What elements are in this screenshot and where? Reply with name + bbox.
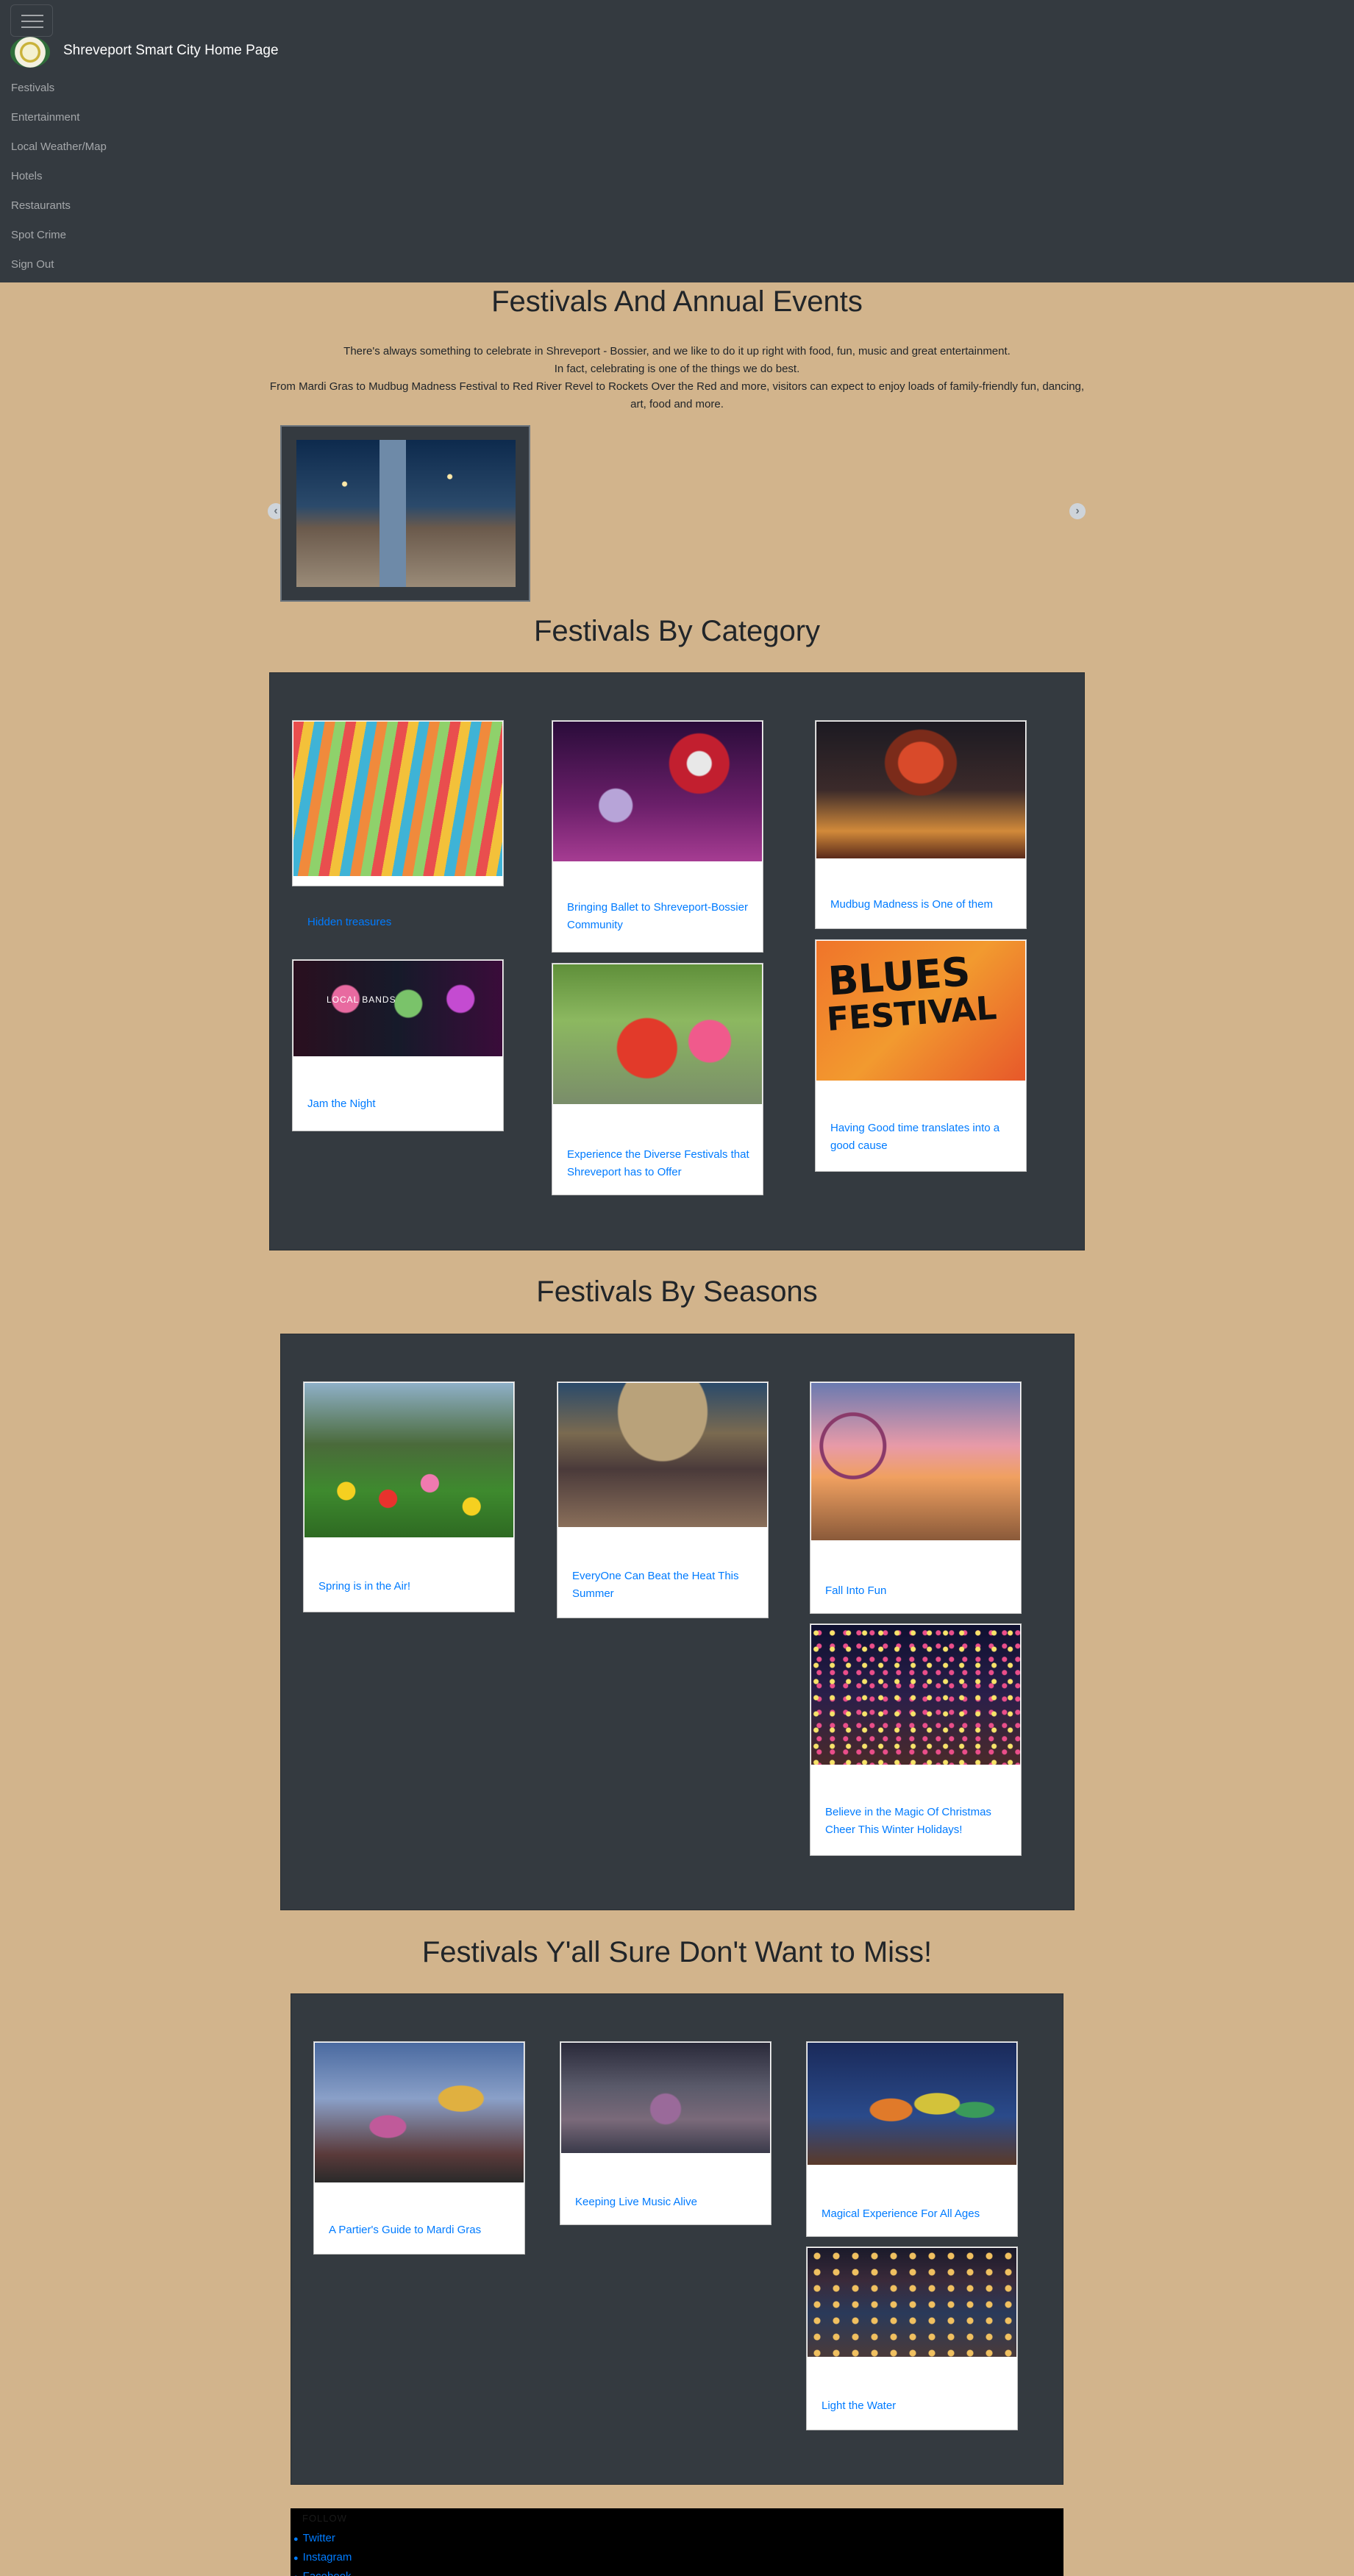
card-jam-the-night[interactable]: LOCAL BANDS Jam the Night (292, 959, 504, 1131)
card-hidden-treasures[interactable]: Hidden treasures (292, 720, 504, 928)
card-image (553, 722, 762, 861)
navbar: Shreveport Smart City Home Page Festival… (0, 0, 1354, 282)
card-caption-link[interactable]: Mudbug Madness is One of them (830, 896, 1013, 914)
card-ballet[interactable]: Bringing Ballet to Shreveport-Bossier Co… (552, 720, 763, 953)
poster-text-local-bands: LOCAL BANDS (327, 995, 396, 1005)
card-image (808, 2248, 1016, 2357)
page-title: Festivals And Annual Events (491, 285, 863, 318)
hamburger-icon (21, 15, 43, 16)
must-see-section-title: Festivals Y'all Sure Don't Want to Miss! (421, 1936, 933, 1968)
nav-item-weather-map[interactable]: Local Weather/Map (11, 132, 107, 162)
intro-line-1: There's always something to celebrate in… (343, 345, 1011, 357)
card-live-music[interactable]: Keeping Live Music Alive (560, 2041, 772, 2225)
card-blues-festival[interactable]: BLUES FESTIVAL Having Good time translat… (815, 939, 1027, 1172)
card-caption-link[interactable]: Hidden treasures (307, 914, 490, 931)
card-caption-link[interactable]: Bringing Ballet to Shreveport-Bossier Co… (567, 899, 749, 934)
card-image (816, 722, 1025, 858)
card-caption-link[interactable]: Spring is in the Air! (318, 1578, 501, 1595)
card-caption-link[interactable]: Believe in the Magic Of Christmas Cheer … (825, 1804, 1008, 1839)
instagram-link[interactable]: Instagram (293, 2548, 352, 2567)
twitter-link[interactable]: Twitter (293, 2529, 352, 2548)
category-panel: Hidden treasures LOCAL BANDS Jam the Nig… (269, 672, 1085, 1250)
intro-line-3: From Mardi Gras to Mudbug Madness Festiv… (269, 380, 1085, 410)
card-image: LOCAL BANDS (293, 961, 502, 1056)
nav-item-restaurants[interactable]: Restaurants (11, 191, 107, 221)
card-caption-link[interactable]: Having Good time translates into a good … (830, 1120, 1013, 1155)
card-caption-link[interactable]: A Partier's Guide to Mardi Gras (329, 2221, 511, 2239)
card-image (558, 1383, 767, 1527)
nav-list: Festivals Entertainment Local Weather/Ma… (11, 74, 107, 280)
social-links: Twitter Instagram Facebook (293, 2529, 352, 2576)
card-mardi-gras[interactable]: A Partier's Guide to Mardi Gras (313, 2041, 525, 2255)
card-caption-link[interactable]: Keeping Live Music Alive (575, 2193, 758, 2211)
card-image (304, 1383, 513, 1537)
card-image (808, 2043, 1016, 2165)
card-image (293, 722, 502, 876)
nav-item-spot-crime[interactable]: Spot Crime (11, 221, 107, 250)
facebook-link[interactable]: Facebook (293, 2567, 352, 2576)
intro-line-2: In fact, celebrating is one of the thing… (554, 363, 800, 375)
card-image: BLUES FESTIVAL (816, 941, 1025, 1081)
card-image (315, 2043, 524, 2182)
carousel-slide-image (296, 440, 516, 587)
category-section-title: Festivals By Category (533, 615, 821, 647)
brand-title[interactable]: Shreveport Smart City Home Page (63, 43, 279, 59)
card-balloons[interactable]: Magical Experience For All Ages (806, 2041, 1018, 2237)
card-spring[interactable]: Spring is in the Air! (303, 1381, 515, 1612)
city-seal-logo[interactable] (10, 37, 50, 68)
card-light-the-water[interactable]: Light the Water (806, 2246, 1018, 2430)
carousel (280, 425, 530, 602)
card-image (811, 1383, 1020, 1540)
card-caption-link[interactable]: Fall Into Fun (825, 1582, 1008, 1600)
seasons-panel: Spring is in the Air! EveryOne Can Beat … (280, 1334, 1075, 1910)
footer-follow-heading: FOLLOW (302, 2513, 347, 2524)
nav-item-entertainment[interactable]: Entertainment (11, 103, 107, 132)
must-see-panel: A Partier's Guide to Mardi Gras Keeping … (291, 1993, 1063, 2485)
seasons-section-title: Festivals By Seasons (536, 1275, 818, 1308)
card-mudbug-madness[interactable]: Mudbug Madness is One of them (815, 720, 1027, 929)
card-image (811, 1625, 1020, 1765)
carousel-next-button[interactable]: › (1069, 503, 1086, 519)
intro-text: There's always something to celebrate in… (265, 343, 1089, 413)
card-image (561, 2043, 770, 2153)
menu-toggle-button[interactable] (10, 4, 53, 37)
card-caption-link[interactable]: Magical Experience For All Ages (822, 2205, 1004, 2223)
card-caption-link[interactable]: EveryOne Can Beat the Heat This Summer (572, 1568, 755, 1603)
card-fall[interactable]: Fall Into Fun (810, 1381, 1022, 1614)
card-diverse-festivals[interactable]: Experience the Diverse Festivals that Sh… (552, 963, 763, 1195)
card-image (553, 964, 762, 1104)
poster-text-festival: FESTIVAL (825, 989, 998, 1039)
nav-item-sign-out[interactable]: Sign Out (11, 250, 107, 280)
card-summer[interactable]: EveryOne Can Beat the Heat This Summer (557, 1381, 769, 1618)
footer: FOLLOW Twitter Instagram Facebook (291, 2508, 1063, 2576)
nav-item-festivals[interactable]: Festivals (11, 74, 107, 103)
card-caption-link[interactable]: Light the Water (822, 2397, 1004, 2415)
card-winter[interactable]: Believe in the Magic Of Christmas Cheer … (810, 1623, 1022, 1856)
card-caption-link[interactable]: Jam the Night (307, 1095, 490, 1113)
card-caption-link[interactable]: Experience the Diverse Festivals that Sh… (567, 1146, 749, 1181)
nav-item-hotels[interactable]: Hotels (11, 162, 107, 191)
